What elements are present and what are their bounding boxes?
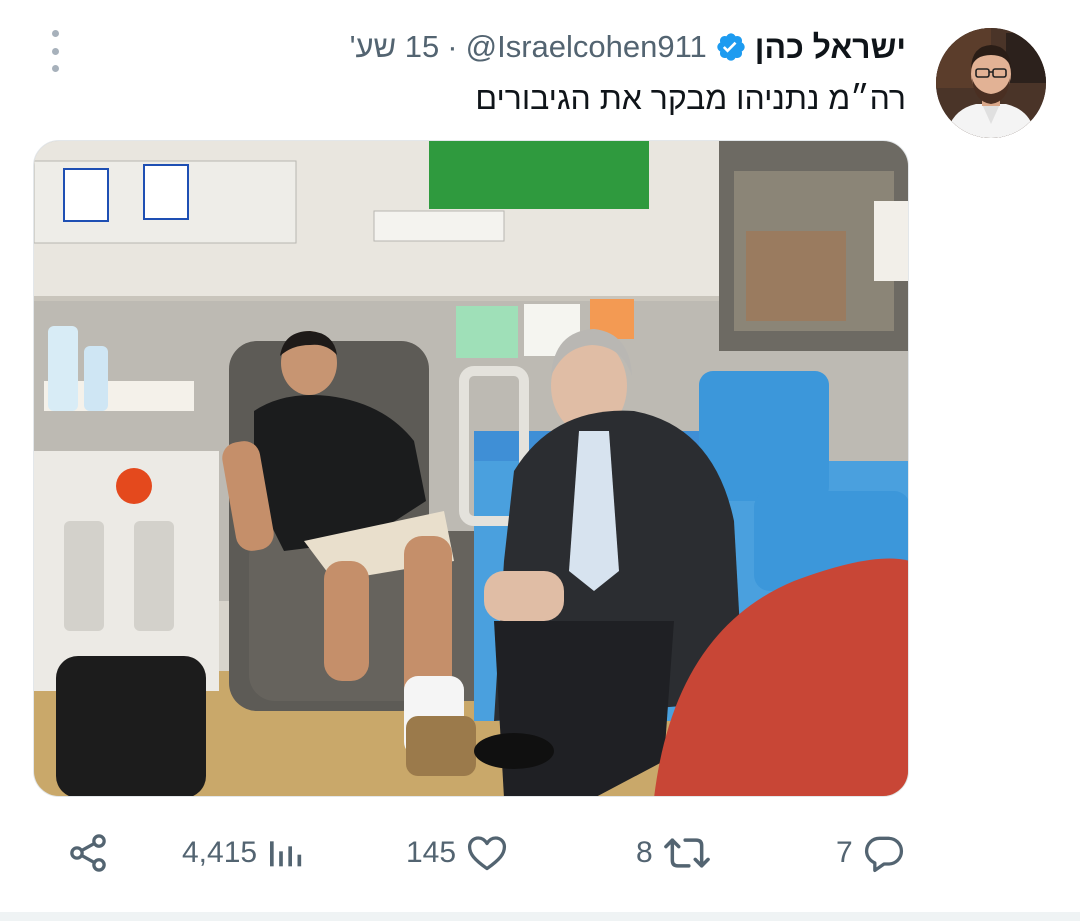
heart-icon — [467, 836, 507, 871]
author-avatar[interactable] — [936, 28, 1046, 138]
likes-count: 145 — [406, 836, 457, 869]
author-handle[interactable]: @Israelcohen911 — [466, 29, 707, 65]
reply-button[interactable]: 7 — [836, 828, 907, 878]
like-button[interactable]: 145 — [406, 828, 510, 878]
tweet-actions: 4,415 145 8 7 — [0, 828, 1080, 878]
tweet-card[interactable]: ישראל כהן @Israelcohen911 · 15 שע' רה״מ … — [0, 0, 1080, 921]
bottom-divider — [0, 912, 1080, 921]
meta-separator: · — [447, 29, 458, 64]
tweet-text: רה״מ נתניהו מבקר את הגיבורים — [475, 80, 906, 116]
views-count: 4,415 — [182, 836, 258, 869]
tweet-timestamp[interactable]: 15 שע' — [350, 29, 440, 65]
retweet-button[interactable]: 8 — [636, 828, 713, 878]
replies-count: 7 — [836, 836, 853, 869]
verified-badge-icon — [715, 31, 747, 63]
views-icon — [270, 841, 302, 867]
share-icon — [70, 834, 106, 872]
reply-icon — [864, 836, 903, 873]
author-display-name[interactable]: ישראל כהן — [755, 29, 906, 66]
tweet-photo[interactable] — [33, 140, 909, 797]
views-button[interactable]: 4,415 — [182, 828, 305, 878]
tweet-header: ישראל כהן @Israelcohen911 · 15 שע' — [350, 27, 906, 67]
retweet-icon — [663, 838, 710, 868]
retweets-count: 8 — [636, 836, 653, 869]
more-options-icon[interactable] — [44, 30, 66, 72]
tweet-meta: @Israelcohen911 · 15 שע' — [350, 29, 707, 65]
share-button[interactable] — [66, 828, 110, 878]
